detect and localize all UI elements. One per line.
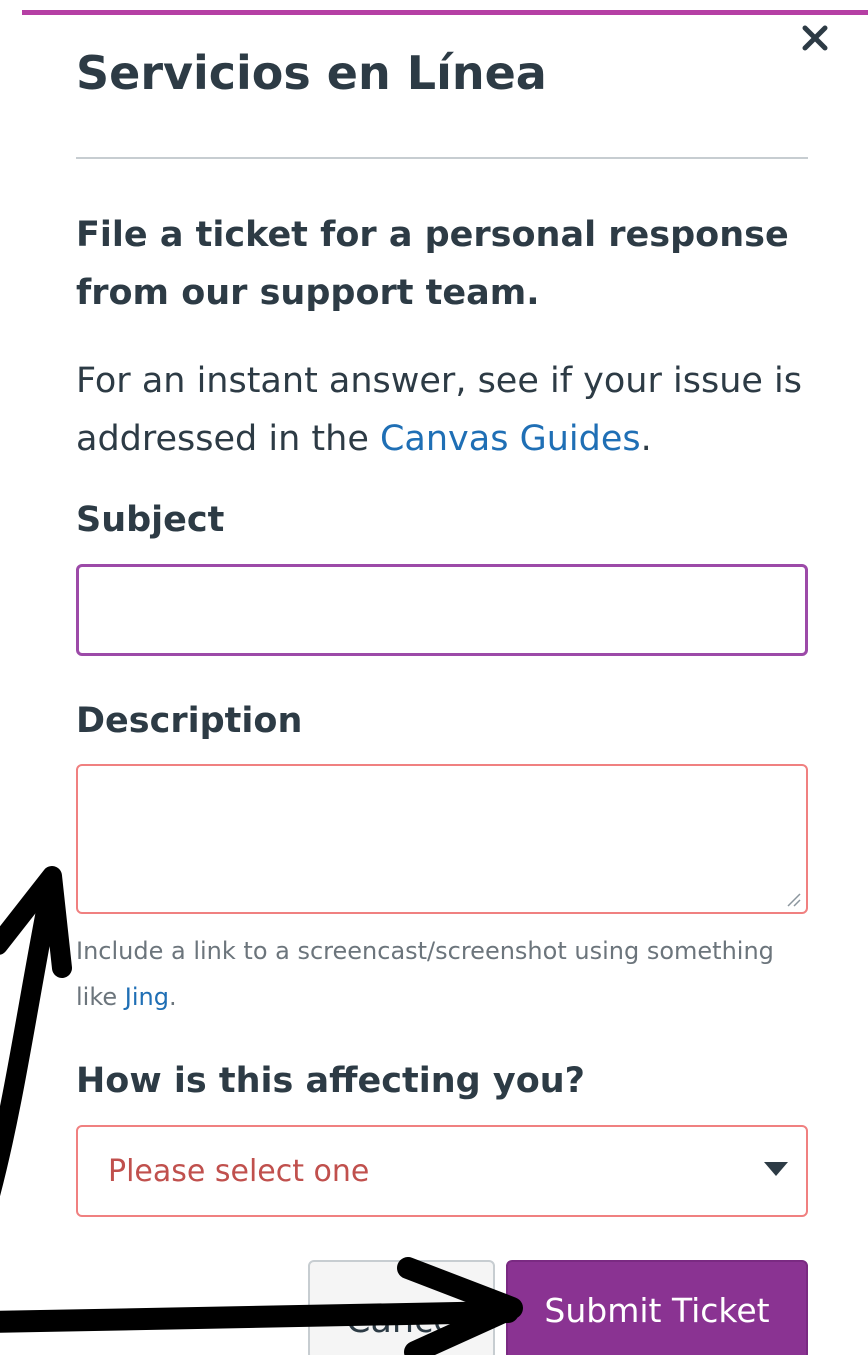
subject-label: Subject: [76, 500, 225, 540]
subject-input[interactable]: [76, 564, 808, 656]
instant-answer-text: For an instant answer, see if your issue…: [76, 352, 836, 468]
support-ticket-dialog: Servicios en Línea File a ticket for a p…: [0, 0, 868, 1355]
description-hint: Include a link to a screencast/screensho…: [76, 928, 821, 1020]
chevron-down-icon: [764, 1162, 788, 1176]
affecting-selected-value: Please select one: [108, 1154, 370, 1189]
dialog-top-border: [22, 10, 868, 15]
description-label: Description: [76, 701, 303, 741]
description-textarea[interactable]: [76, 764, 808, 914]
arrow-to-description: [0, 866, 72, 1197]
affecting-select[interactable]: Please select one: [76, 1125, 808, 1217]
cancel-button[interactable]: Cancel: [308, 1260, 495, 1355]
instant-answer-suffix: .: [640, 419, 652, 459]
canvas-guides-link[interactable]: Canvas Guides: [380, 419, 641, 459]
close-button[interactable]: [796, 18, 836, 58]
intro-text: File a ticket for a personal response fr…: [76, 215, 789, 313]
resize-handle-icon[interactable]: [784, 890, 802, 908]
submit-ticket-button[interactable]: Submit Ticket: [506, 1260, 808, 1355]
hint-suffix: .: [168, 983, 177, 1011]
dialog-title: Servicios en Línea: [76, 46, 547, 100]
affecting-label: How is this affecting you?: [76, 1061, 585, 1101]
jing-link[interactable]: Jing: [125, 983, 169, 1011]
close-icon: [802, 25, 828, 51]
hint-prefix: Include a link to a screencast/screensho…: [76, 937, 774, 1011]
title-divider: [76, 157, 808, 159]
